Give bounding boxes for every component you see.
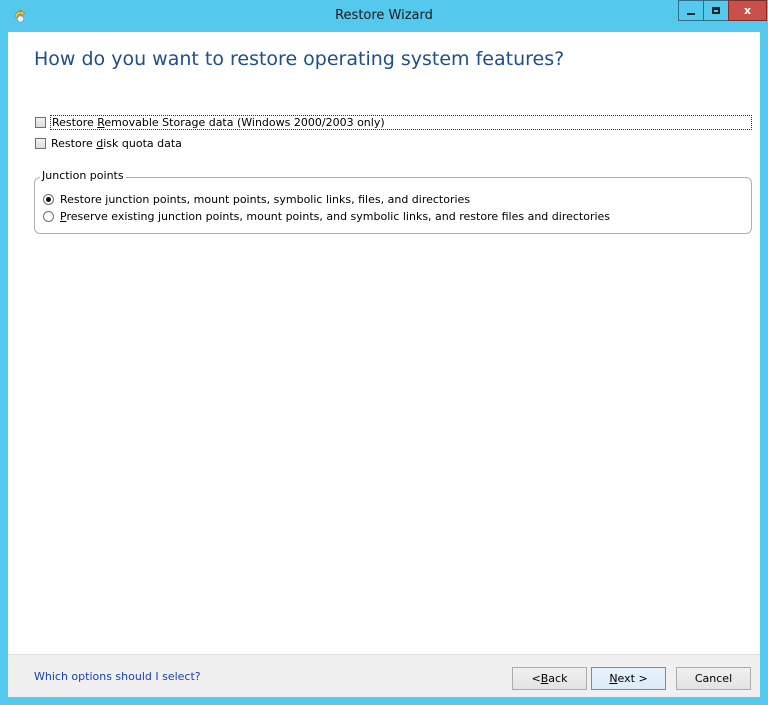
window-title: Restore Wizard xyxy=(335,8,433,23)
close-button[interactable]: x xyxy=(728,0,767,21)
page-title: How do you want to restore operating sys… xyxy=(34,48,565,70)
junction-points-legend: Junction points xyxy=(40,169,126,182)
restore-removable-storage-checkbox[interactable] xyxy=(35,117,46,128)
wizard-content: How do you want to restore operating sys… xyxy=(8,32,760,654)
junction-points-group: Junction points Restore junction points,… xyxy=(34,169,752,234)
minimize-icon xyxy=(687,12,695,15)
close-icon: x xyxy=(743,4,752,17)
restore-removable-storage-label[interactable]: Restore Removable Storage data (Windows … xyxy=(50,115,752,130)
back-button[interactable]: < Back xyxy=(512,667,587,690)
preserve-junction-points-radio[interactable] xyxy=(43,211,54,222)
preserve-junction-points-option[interactable]: Preserve existing junction points, mount… xyxy=(43,210,610,223)
restore-disk-quota-checkbox[interactable] xyxy=(35,138,46,149)
maximize-button[interactable] xyxy=(703,0,729,21)
restore-junction-points-radio[interactable] xyxy=(43,194,54,205)
restore-removable-storage-option[interactable]: Restore Removable Storage data (Windows … xyxy=(35,115,752,130)
maximize-icon xyxy=(712,7,720,14)
restore-disk-quota-option[interactable]: Restore disk quota data xyxy=(35,136,182,151)
restore-junction-points-label[interactable]: Restore junction points, mount points, s… xyxy=(60,193,470,206)
restore-junction-points-option[interactable]: Restore junction points, mount points, s… xyxy=(43,193,470,206)
help-link[interactable]: Which options should I select? xyxy=(34,670,201,683)
wizard-footer: Which options should I select? < Back Ne… xyxy=(8,654,760,697)
cancel-button[interactable]: Cancel xyxy=(676,667,751,690)
title-bar[interactable]: Restore Wizard x xyxy=(0,0,768,32)
next-button[interactable]: Next > xyxy=(591,667,666,690)
restore-disk-quota-label[interactable]: Restore disk quota data xyxy=(51,137,182,150)
preserve-junction-points-label[interactable]: Preserve existing junction points, mount… xyxy=(60,210,610,223)
minimize-button[interactable] xyxy=(678,0,704,21)
restore-wizard-window: Restore Wizard x How do you want to rest… xyxy=(0,0,768,705)
